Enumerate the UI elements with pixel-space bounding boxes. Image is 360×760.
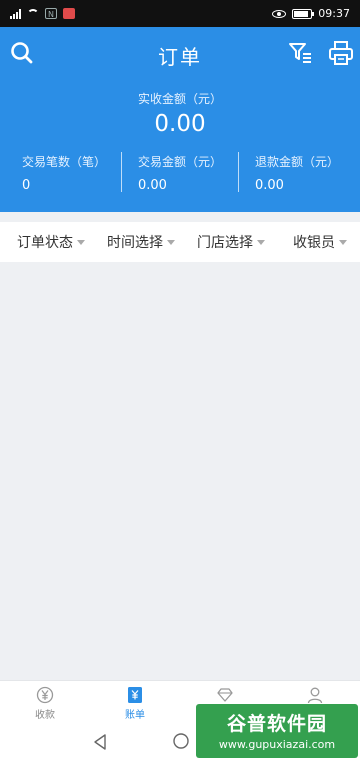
stat-divider [238, 152, 239, 192]
nav-collect[interactable]: 收款 [0, 681, 90, 725]
print-button[interactable] [328, 40, 354, 66]
tab-cashier[interactable]: 收银员 [293, 232, 347, 252]
battery-icon [292, 8, 315, 19]
stat-refund-amount: 退款金额（元） 0.00 [255, 153, 339, 193]
stat-transaction-amount: 交易金额（元） 0.00 [138, 153, 222, 193]
net-amount-label: 实收金额（元） [137, 92, 222, 106]
printer-icon [329, 41, 353, 65]
filter-icon [289, 43, 311, 63]
eye-comfort-icon [272, 9, 287, 18]
status-right: 09:37 [272, 7, 350, 20]
home-icon[interactable] [172, 732, 190, 750]
watermark-title: 谷普软件园 [226, 713, 327, 735]
caret-down-icon [257, 239, 265, 245]
nav-label: 收款 [35, 710, 55, 721]
yuan-circle-icon [36, 686, 54, 704]
tab-label: 收银员 [293, 235, 335, 251]
signal-icon [10, 8, 21, 19]
status-time: 09:37 [318, 7, 350, 20]
stat-value: 0.00 [138, 178, 167, 193]
notification-badge-icon [63, 8, 75, 19]
diamond-icon [217, 688, 233, 702]
status-bar: N 09:37 [0, 0, 360, 27]
filter-button[interactable] [288, 40, 314, 66]
filter-tabs: 订单状态 时间选择 门店选择 收银员 [0, 222, 360, 262]
tab-store-select[interactable]: 门店选择 [197, 232, 265, 252]
tab-time-select[interactable]: 时间选择 [107, 232, 175, 252]
nfc-icon: N [45, 8, 57, 19]
nav-bill[interactable]: 账单 [90, 681, 180, 725]
stat-transaction-count: 交易笔数（笔） 0 [22, 153, 106, 193]
tab-label: 门店选择 [197, 235, 253, 251]
watermark-logo: 谷普软件园 www.gupuxiazai.com [196, 704, 358, 758]
nav-label: 账单 [125, 710, 145, 721]
stat-value: 0 [22, 178, 31, 193]
order-summary-header: 订单 实收金额（元） 0.00 交易笔数（笔） 0 交易金额（元） 0.00 退… [0, 27, 360, 212]
back-icon[interactable] [92, 733, 108, 751]
stat-label: 退款金额（元） [255, 155, 340, 169]
stat-label: 交易笔数（笔） [22, 155, 107, 169]
caret-down-icon [167, 239, 175, 245]
stat-divider [121, 152, 122, 192]
caret-down-icon [339, 239, 347, 245]
caret-down-icon [77, 239, 85, 245]
stat-value: 0.00 [255, 178, 284, 193]
tab-label: 时间选择 [107, 235, 163, 251]
status-left: N [10, 8, 75, 19]
wifi-icon [27, 9, 39, 18]
net-amount-value: 0.00 [154, 111, 206, 137]
person-icon [307, 687, 323, 704]
watermark-url: www.gupuxiazai.com [218, 738, 336, 751]
tab-order-status[interactable]: 订单状态 [17, 232, 85, 252]
bill-icon [128, 687, 142, 703]
tab-label: 订单状态 [17, 235, 73, 251]
stat-label: 交易金额（元） [138, 155, 223, 169]
